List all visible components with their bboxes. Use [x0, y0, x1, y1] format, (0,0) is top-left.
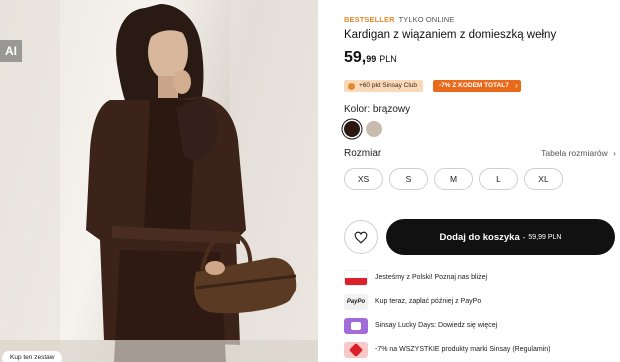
club-points-text: +60 pkt Sinsay Club	[359, 82, 417, 89]
size-option-s[interactable]: S	[389, 168, 428, 190]
online-only-tag: TYLKO ONLINE	[398, 15, 455, 24]
size-option-xl[interactable]: XL	[524, 168, 563, 190]
product-info-panel: BESTSELLER TYLKO ONLINE Kardigan z wiązan…	[344, 0, 620, 362]
add-to-cart-separator: -	[522, 232, 526, 242]
color-swatch-beige[interactable]	[366, 121, 382, 137]
size-chart-link[interactable]: Tabela rozmiarów ›	[541, 148, 616, 158]
bestseller-tag: BESTSELLER	[344, 15, 395, 24]
add-to-cart-label: Dodaj do koszyka	[439, 231, 520, 243]
add-to-cart-button[interactable]: Dodaj do koszyka - 59,99 PLN	[386, 219, 615, 255]
perk-text: Jesteśmy z Polski! Poznaj nas bliżej	[375, 274, 488, 281]
size-chart-label: Tabela rozmiarów	[541, 148, 608, 158]
chevron-right-icon: ›	[613, 148, 616, 158]
size-option-xs[interactable]: XS	[344, 168, 383, 190]
polish-flag-icon	[344, 270, 368, 286]
size-label: Rozmiar	[344, 148, 382, 159]
price-integer: 59,	[344, 49, 367, 66]
promo-code-text: -7% Z KODEM TOTAL7	[439, 82, 509, 89]
ai-badge: AI	[0, 40, 22, 62]
model-illustration	[0, 0, 318, 362]
club-points-badge: +60 pkt Sinsay Club	[344, 80, 423, 92]
lucky-days-icon	[344, 318, 368, 334]
product-tags: BESTSELLER TYLKO ONLINE	[344, 15, 454, 24]
size-options: XS S M L XL	[344, 168, 569, 190]
color-swatch-brown[interactable]	[344, 121, 360, 137]
shop-the-look-button[interactable]: Kup ten zestaw	[2, 351, 63, 362]
perk-text: -7% na WSZYSTKIE produkty marki Sinsay (…	[375, 346, 551, 353]
paypo-icon: PayPo	[344, 294, 368, 310]
product-title: Kardigan z wiązaniem z domieszką wełny	[344, 29, 557, 41]
product-photo[interactable]: AI Kup ten zestaw	[0, 0, 318, 362]
promo-code-badge[interactable]: -7% Z KODEM TOTAL7 ›	[433, 80, 521, 92]
chevron-right-icon: ›	[515, 81, 518, 90]
heart-icon	[354, 231, 368, 244]
price-decimal: 99	[366, 54, 377, 64]
product-price: 59,99 PLN	[344, 49, 397, 67]
add-to-cart-price: 59,99 PLN	[528, 233, 562, 241]
price-currency: PLN	[379, 54, 397, 64]
promo-tag-icon	[344, 342, 368, 358]
add-to-wishlist-button[interactable]	[344, 220, 378, 254]
size-option-l[interactable]: L	[479, 168, 518, 190]
coin-icon	[348, 82, 355, 90]
perk-text: Kup teraz, zapłać później z PayPo	[375, 298, 482, 305]
size-option-m[interactable]: M	[434, 168, 473, 190]
perk-text: Sinsay Lucky Days: Dowiedz się więcej	[375, 322, 498, 329]
color-label: Kolor: brązowy	[344, 104, 411, 115]
